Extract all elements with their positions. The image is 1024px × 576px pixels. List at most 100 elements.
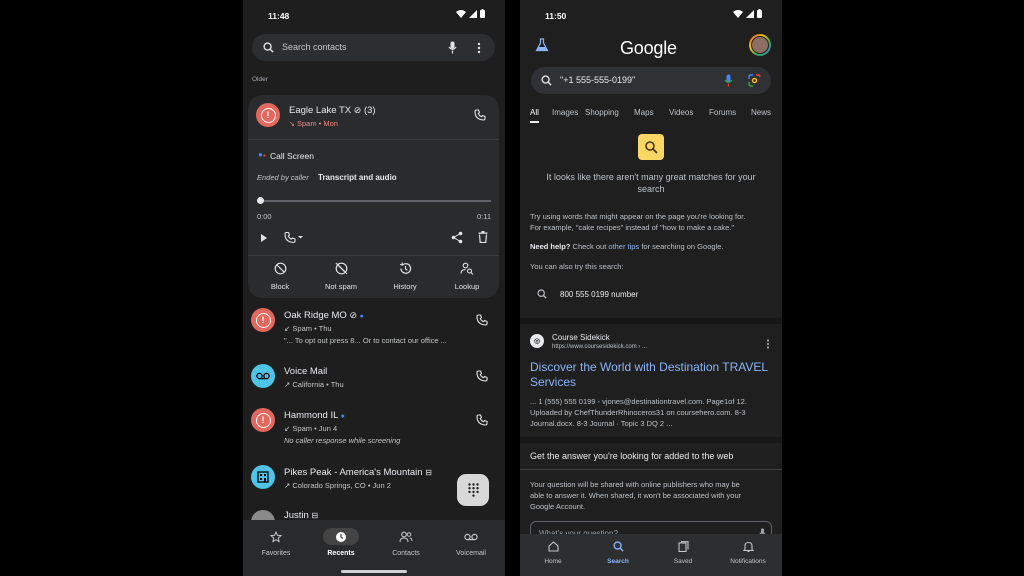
play-icon[interactable] [260, 233, 268, 243]
google-search-screen: 11:50 Google "+1 555-555-0199" All Image… [520, 0, 782, 576]
outgoing-call-icon: ↗ [284, 481, 291, 490]
answer-line-2: able to answer it. When shared, it won't… [530, 491, 742, 500]
status-time: 11:48 [268, 11, 290, 21]
call-count: (3) [363, 105, 376, 116]
assistant-icon: ● [340, 413, 345, 420]
more-vert-icon[interactable] [477, 42, 481, 54]
search-query[interactable]: "+1 555-555-0199" [560, 75, 635, 85]
status-bar: 11:48 [243, 0, 505, 30]
mic-icon[interactable] [448, 41, 457, 54]
voicemail-avatar [251, 364, 275, 388]
nav-saved[interactable]: Saved [656, 541, 710, 565]
lookup-action[interactable]: Lookup [436, 262, 498, 291]
audio-progress-track[interactable] [260, 200, 491, 202]
list-item[interactable]: Justin ⊟ [243, 506, 505, 520]
tab-shopping[interactable]: Shopping [585, 108, 619, 117]
list-item[interactable]: ! Hammond IL ● ↙ Spam • Jun 4 No caller … [243, 404, 505, 452]
tip-line-1: Try using words that might appear on the… [530, 212, 746, 221]
more-vert-icon[interactable] [766, 339, 770, 349]
nav-recents[interactable]: Recents [308, 528, 374, 557]
tab-videos[interactable]: Videos [669, 108, 693, 117]
wifi-icon [733, 9, 743, 18]
search-icon [541, 75, 552, 86]
history-icon [399, 262, 411, 274]
voicemail-icon [464, 533, 478, 540]
phone-app-screen: 11:48 Search contacts Older ! Eagle Lake… [243, 0, 505, 576]
tab-news[interactable]: News [751, 108, 782, 117]
phone-icon[interactable] [474, 109, 486, 121]
contacts-search-bar[interactable]: Search contacts [252, 34, 495, 61]
suggestion-text: 800 555 0199 number [560, 290, 639, 299]
tab-all[interactable]: All [530, 108, 539, 117]
caller-name: Eagle Lake TX ⊘ (3) [289, 105, 376, 116]
nav-favorites[interactable]: Favorites [243, 528, 309, 557]
phone-icon[interactable] [476, 314, 488, 326]
nav-contacts[interactable]: Contacts [373, 528, 439, 557]
caller-name: Hammond IL ● [284, 410, 345, 421]
audio-progress-thumb[interactable] [257, 197, 264, 204]
audio-route-icon[interactable] [284, 231, 304, 244]
signal-icon [746, 9, 754, 18]
result-site-name: Course Sidekick [552, 333, 610, 342]
block-icon [274, 262, 286, 275]
nav-voicemail[interactable]: Voicemail [438, 528, 504, 557]
spam-avatar: ! [256, 103, 280, 127]
star-icon [270, 530, 282, 543]
phone-icon[interactable] [476, 370, 488, 382]
result-title[interactable]: Discover the World with Destination TRAV… [530, 360, 770, 390]
missed-call-icon: ↙ [284, 324, 291, 333]
labs-icon[interactable] [535, 38, 549, 52]
search-icon [612, 541, 624, 552]
tab-forums[interactable]: Forums [709, 108, 736, 117]
nav-notifications[interactable]: Notifications [721, 541, 775, 565]
spam-avatar: ! [251, 408, 275, 432]
other-tips-link[interactable]: other tips [608, 242, 639, 251]
nav-label: Favorites [261, 550, 291, 557]
answer-line-1: Your question will be shared with online… [530, 480, 740, 489]
block-action[interactable]: Block [249, 262, 311, 291]
call-subtitle: ↗ Colorado Springs, CO • Jun 2 [284, 481, 391, 490]
voicemail-icon [256, 372, 270, 380]
outgoing-call-icon: ↗ [284, 380, 291, 389]
tab-images[interactable]: Images [552, 108, 578, 117]
business-avatar [251, 465, 275, 489]
delete-icon[interactable] [478, 231, 488, 243]
nav-search[interactable]: Search [591, 541, 645, 565]
divider [520, 469, 782, 470]
result-snippet-line-2: Uploaded by ChefThunderRhinoceros31 on c… [530, 408, 746, 417]
not-spam-action[interactable]: Not spam [310, 262, 372, 291]
not-spam-icon [335, 262, 347, 275]
tab-maps[interactable]: Maps [634, 108, 654, 117]
share-icon[interactable] [451, 231, 463, 244]
list-item[interactable]: Voice Mail ↗ California • Thu [243, 362, 505, 396]
nav-label: Notifications [730, 558, 766, 565]
history-label: History [393, 282, 417, 291]
phone-icon[interactable] [476, 414, 488, 426]
suggested-search[interactable]: 800 555 0199 number [520, 283, 782, 305]
call-subtitle: ↙ Spam • Thu [284, 324, 332, 333]
caller-name: Pikes Peak - America's Mountain ⊟ [284, 467, 432, 478]
wifi-icon [456, 9, 466, 18]
section-separator [520, 437, 782, 443]
history-action[interactable]: History [374, 262, 436, 291]
assistant-icon: ●● [258, 150, 266, 159]
mic-icon[interactable] [724, 74, 733, 87]
profile-avatar[interactable] [749, 34, 771, 56]
list-item[interactable]: ! Oak Ridge MO ⊘ ● ↙ Spam • Thu "... To … [243, 304, 505, 354]
alert-icon: ! [255, 412, 271, 428]
nav-home[interactable]: Home [526, 541, 580, 565]
verified-icon: ⊘ [353, 105, 362, 115]
caller-name: Voice Mail [284, 366, 328, 377]
lookup-icon [460, 262, 474, 275]
transcript-link[interactable]: Transcript and audio [318, 173, 397, 182]
alert-icon: ! [255, 312, 271, 328]
nav-label: Search [607, 558, 629, 565]
site-favicon: ◎ [530, 334, 544, 348]
search-placeholder: Search contacts [282, 42, 347, 52]
divider [248, 255, 499, 256]
status-bar: 11:50 [520, 0, 782, 30]
call-screen-label: Call Screen [270, 151, 314, 161]
lens-icon[interactable] [748, 74, 761, 87]
dialpad-button[interactable] [457, 474, 489, 506]
google-search-bar[interactable]: "+1 555-555-0199" [531, 67, 771, 94]
